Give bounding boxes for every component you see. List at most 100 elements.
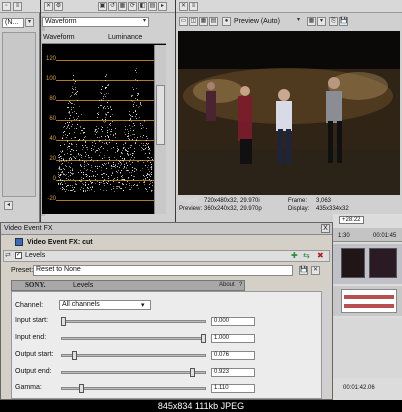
waveform-sample: [115, 158, 117, 160]
save-preset-icon[interactable]: 💾: [299, 266, 308, 275]
waveform-sample: [96, 168, 98, 170]
waveform-sample: [103, 106, 105, 108]
menu-icon[interactable]: ≡: [13, 2, 22, 11]
dropdown-arrow-icon[interactable]: ▾: [294, 17, 303, 26]
audio-track[interactable]: [333, 286, 402, 316]
waveform-sample: [63, 158, 65, 160]
overlay-icon[interactable]: ▦: [199, 17, 208, 26]
copy-snapshot-icon[interactable]: ⎘: [329, 17, 338, 26]
video-track[interactable]: [333, 244, 402, 284]
slider-thumb[interactable]: [79, 384, 85, 393]
plugin-tab-levels[interactable]: Levels: [25, 252, 45, 259]
waveform-sample: [94, 178, 96, 180]
waveform-panel: ✕ ⚙ ▣ ↺ ▦ ⟳ ◧ ▤ ▸ Waveform ▾ Waveform Lu…: [41, 0, 175, 222]
overlay-menu-icon[interactable]: ▾: [317, 17, 326, 26]
waveform-sample: [87, 187, 89, 189]
waveform-sample: [79, 163, 81, 165]
slider-thumb[interactable]: [71, 351, 77, 360]
param-slider[interactable]: [61, 334, 206, 343]
waveform-sample: [113, 146, 115, 148]
waveform-sample: [87, 179, 89, 181]
waveform-sample: [99, 139, 101, 141]
delete-preset-icon[interactable]: ✕: [311, 266, 320, 275]
close-icon[interactable]: ✕: [179, 2, 188, 11]
param-slider[interactable]: [61, 317, 206, 326]
waveform-sample: [108, 128, 110, 130]
help-icon[interactable]: ?: [239, 282, 242, 288]
fx-icon[interactable]: ▤: [209, 17, 218, 26]
waveform-sample: [102, 86, 104, 88]
slider-thumb[interactable]: [201, 334, 206, 343]
waveform-sample: [97, 148, 99, 150]
menu-icon[interactable]: ≡: [189, 2, 198, 11]
waveform-sample: [149, 174, 151, 176]
refresh-icon[interactable]: ⟳: [128, 2, 137, 11]
param-value-field[interactable]: 0.076: [211, 351, 255, 360]
waveform-sample: [117, 188, 119, 190]
move-plugin-icon[interactable]: ⇆: [303, 251, 310, 260]
param-slider[interactable]: [61, 351, 206, 360]
fx-scrollbar[interactable]: [321, 291, 330, 399]
param-value-field[interactable]: 1.000: [211, 334, 255, 343]
channel-select[interactable]: All channels: [59, 300, 151, 310]
save-snapshot-icon[interactable]: 💾: [339, 17, 348, 26]
scope-type-select[interactable]: Waveform: [42, 17, 149, 27]
preset-select[interactable]: Reset to None: [33, 265, 293, 276]
levels-checkbox[interactable]: ✓: [15, 252, 22, 259]
scope-icon[interactable]: ▣: [98, 2, 107, 11]
dropdown-arrow-icon[interactable]: ▾: [140, 18, 149, 27]
split-icon[interactable]: ◫: [189, 17, 198, 26]
waveform-sample: [81, 181, 83, 183]
grid-icon[interactable]: ▦: [118, 2, 127, 11]
snapshot-icon[interactable]: ◧: [138, 2, 147, 11]
param-value-field[interactable]: 0.923: [211, 368, 255, 377]
waveform-sample: [146, 174, 148, 176]
waveform-sample: [151, 182, 153, 184]
clip-thumbnail[interactable]: [369, 248, 397, 278]
waveform-sample: [66, 173, 68, 175]
preview-quality-icon[interactable]: ●: [222, 17, 231, 26]
update-icon[interactable]: ↺: [108, 2, 117, 11]
external-monitor-icon[interactable]: ▭: [179, 17, 188, 26]
param-slider[interactable]: [61, 384, 206, 393]
remove-plugin-icon[interactable]: ✖: [317, 251, 324, 260]
waveform-sample: [71, 169, 73, 171]
waveform-sample: [68, 176, 70, 178]
dropdown-arrow-icon[interactable]: ▾: [141, 301, 145, 309]
dropdown-arrow-icon[interactable]: ▾: [25, 18, 34, 27]
param-slider[interactable]: [61, 368, 206, 377]
pin-icon[interactable]: ▤: [148, 2, 157, 11]
waveform-sample: [132, 153, 134, 155]
waveform-sample: [82, 148, 84, 150]
waveform-scroll[interactable]: [154, 45, 166, 214]
grid-icon[interactable]: ▦: [307, 17, 316, 26]
preview-quality-select[interactable]: Preview (Auto): [234, 18, 280, 25]
waveform-sample: [114, 157, 116, 159]
waveform-sample: [83, 161, 85, 163]
param-value-field[interactable]: 0.000: [211, 317, 255, 326]
waveform-sample: [74, 131, 76, 133]
add-plugin-icon[interactable]: ✚: [291, 251, 298, 260]
slider-thumb[interactable]: [61, 317, 66, 326]
window-icon[interactable]: ▫: [2, 2, 11, 11]
waveform-sample: [102, 158, 104, 160]
waveform-sample: [129, 160, 131, 162]
about-link[interactable]: About: [219, 282, 235, 288]
scope-menu-icon[interactable]: ▸: [158, 2, 167, 11]
left-dropdown[interactable]: (N...: [2, 18, 24, 28]
waveform-sample: [89, 176, 91, 178]
waveform-sample: [68, 122, 70, 124]
slider-thumb[interactable]: [190, 368, 196, 377]
chain-arrow-icon[interactable]: ⇄: [5, 251, 11, 259]
fx-close-button[interactable]: X: [321, 224, 330, 233]
waveform-sample: [145, 188, 147, 190]
close-icon[interactable]: ✕: [44, 2, 53, 11]
waveform-sample: [69, 189, 71, 191]
scroll-left-icon[interactable]: ◂: [4, 201, 13, 210]
param-value-field[interactable]: 1.110: [211, 384, 255, 393]
clip-thumbnail[interactable]: [341, 248, 365, 278]
waveform-sample: [113, 188, 115, 190]
waveform-sample: [134, 137, 136, 139]
audio-clip[interactable]: [341, 289, 397, 313]
settings-icon[interactable]: ⚙: [54, 2, 63, 11]
